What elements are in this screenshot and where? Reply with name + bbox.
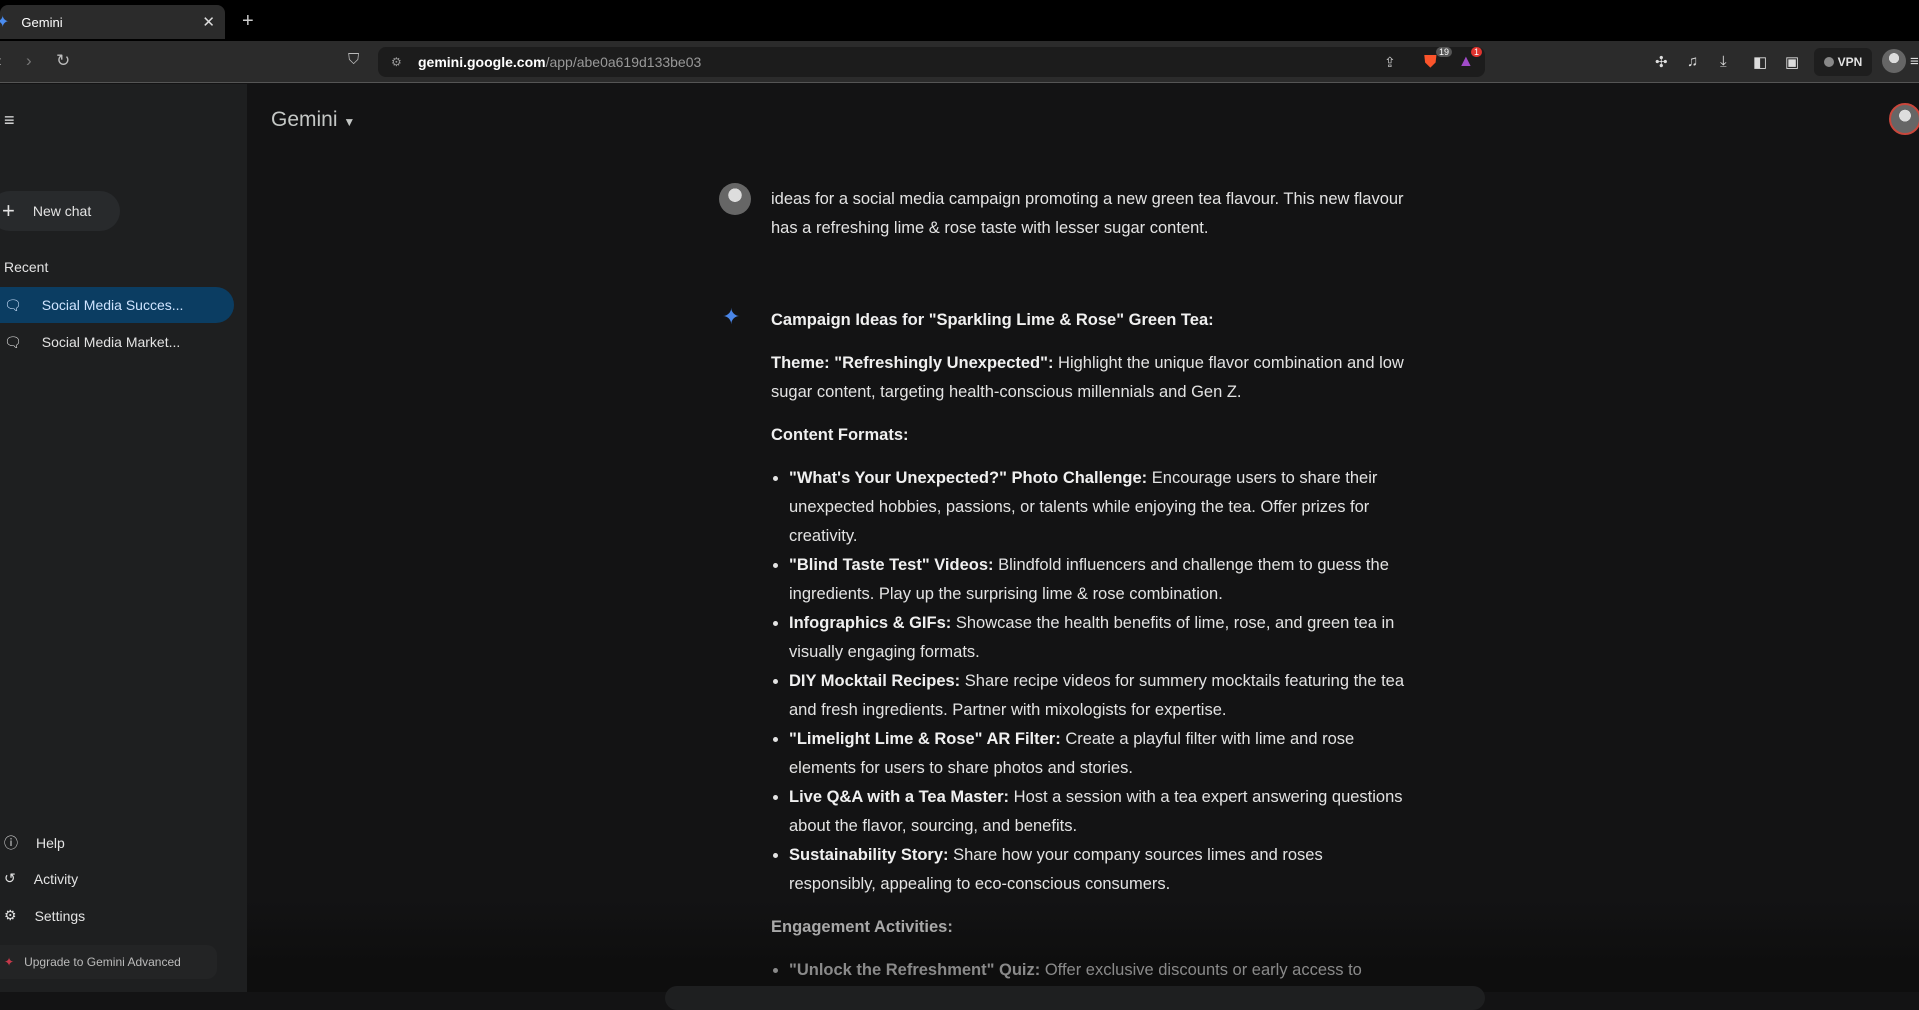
formats-heading: Content Formats: <box>771 426 909 444</box>
gemini-favicon-icon: ✦ <box>0 14 10 31</box>
activity-item[interactable]: ↺ Activity <box>4 870 78 887</box>
address-bar[interactable]: ⚙ gemini.google.com/app/abe0a619d133be03… <box>378 47 1485 77</box>
activity-label: Activity <box>33 870 79 887</box>
menu-icon[interactable]: ≡ <box>1910 53 1919 70</box>
sidebar-toggle-icon[interactable]: ◧ <box>1753 53 1767 71</box>
url-path: /app/abe0a619d133be03 <box>545 54 702 70</box>
forward-icon[interactable]: › <box>26 51 32 71</box>
close-tab-icon[interactable]: ✕ <box>202 13 215 31</box>
list-item: "Limelight Lime & Rose" AR Filter: Creat… <box>789 725 1411 783</box>
recent-chat-label: Social Media Succes... <box>41 297 184 313</box>
tab-title: Gemini <box>21 14 63 30</box>
settings-label: Settings <box>34 907 86 924</box>
sidebar: ≡ + New chat Recent 🗨︎ Social Media Succe… <box>0 84 247 992</box>
profile-avatar[interactable] <box>1882 49 1906 73</box>
extensions-icon[interactable]: ✣ <box>1655 53 1668 71</box>
list-item: Sustainability Story: Share how your com… <box>789 841 1411 899</box>
recent-chat-item[interactable]: 🗨︎ Social Media Market... <box>0 324 234 360</box>
new-chat-button[interactable]: + New chat <box>0 191 120 231</box>
page-title: Gemini <box>271 108 338 131</box>
recent-heading: Recent <box>4 259 49 275</box>
vpn-button[interactable]: VPN <box>1814 48 1872 76</box>
plus-icon: + <box>2 198 15 223</box>
gemini-sparkle-icon: ✦ <box>722 304 741 329</box>
chat-bubble-icon: 🗨︎ <box>4 333 22 350</box>
new-chat-label: New chat <box>32 203 92 219</box>
history-icon: ↺ <box>4 870 16 886</box>
upgrade-button[interactable]: ✦ Upgrade to Gemini Advanced <box>0 945 217 979</box>
list-item: "What's Your Unexpected?" Photo Challeng… <box>789 464 1411 551</box>
upgrade-label: Upgrade to Gemini Advanced <box>24 955 181 969</box>
vpn-label: VPN <box>1837 55 1863 69</box>
vpn-status-icon <box>1823 57 1834 67</box>
theme-paragraph: Theme: "Refreshingly Unexpected": Highli… <box>771 354 1404 401</box>
user-prompt: ideas for a social media campaign promot… <box>771 190 1404 237</box>
tab-bar: ✦ Gemini ✕ + <box>0 0 1919 41</box>
media-icon[interactable]: ♫ <box>1687 53 1698 70</box>
list-item: DIY Mocktail Recipes: Share recipe video… <box>789 667 1411 725</box>
hamburger-menu-icon[interactable]: ≡ <box>4 110 15 131</box>
tab-gemini[interactable]: ✦ Gemini ✕ <box>0 5 225 39</box>
new-tab-button[interactable]: + <box>242 10 254 33</box>
model-selector[interactable]: Gemini ▼ <box>271 108 355 132</box>
recent-chat-item[interactable]: 🗨︎ Social Media Succes... <box>0 287 234 323</box>
share-icon[interactable]: ⇪ <box>1384 54 1396 71</box>
url-host: gemini.google.com <box>418 54 546 70</box>
rewards-count-badge: 1 <box>1471 47 1483 57</box>
brave-rewards-icon[interactable]: ▲ <box>1458 53 1474 71</box>
list-item: "Unlock the Refreshment" Quiz: Offer exc… <box>789 956 1411 985</box>
shields-count-badge: 19 <box>1436 47 1453 57</box>
sparkle-icon: ✦ <box>4 955 15 969</box>
bookmark-icon[interactable]: ⛉ <box>348 51 359 68</box>
settings-item[interactable]: ⚙ Settings <box>4 907 85 924</box>
wallet-icon[interactable]: ▣ <box>1785 53 1799 71</box>
site-settings-icon[interactable]: ⚙ <box>391 55 402 69</box>
user-avatar <box>719 183 751 215</box>
help-item[interactable]: ⓘ Help <box>4 833 65 853</box>
browser-toolbar: ‹ › ↻ ⛉ ⚙ gemini.google.com/app/abe0a619… <box>0 41 1919 83</box>
chat-bubble-icon: 🗨︎ <box>4 296 22 313</box>
brave-shields-icon[interactable]: ⛊ <box>1424 52 1437 72</box>
formats-list: "What's Your Unexpected?" Photo Challeng… <box>789 464 1411 899</box>
recent-chat-label: Social Media Market... <box>41 334 181 350</box>
back-icon[interactable]: ‹ <box>0 51 2 71</box>
chevron-down-icon: ▼ <box>343 115 356 129</box>
engagement-list: "Unlock the Refreshment" Quiz: Offer exc… <box>789 956 1411 985</box>
help-icon: ⓘ <box>4 835 18 851</box>
help-label: Help <box>36 835 65 851</box>
list-item: "Blind Taste Test" Videos: Blindfold inf… <box>789 551 1411 609</box>
engagement-heading: Engagement Activities: <box>771 918 953 936</box>
gear-icon: ⚙ <box>4 907 17 923</box>
list-item: Live Q&A with a Tea Master: Host a sessi… <box>789 783 1411 841</box>
download-icon[interactable]: ⤓ <box>1720 53 1727 70</box>
list-item: Infographics & GIFs: Showcase the health… <box>789 609 1411 667</box>
account-avatar[interactable] <box>1889 103 1919 135</box>
reload-icon[interactable]: ↻ <box>56 51 70 71</box>
response-heading: Campaign Ideas for "Sparkling Lime & Ros… <box>771 311 1214 329</box>
conversation: ideas for a social media campaign promot… <box>771 185 1411 999</box>
